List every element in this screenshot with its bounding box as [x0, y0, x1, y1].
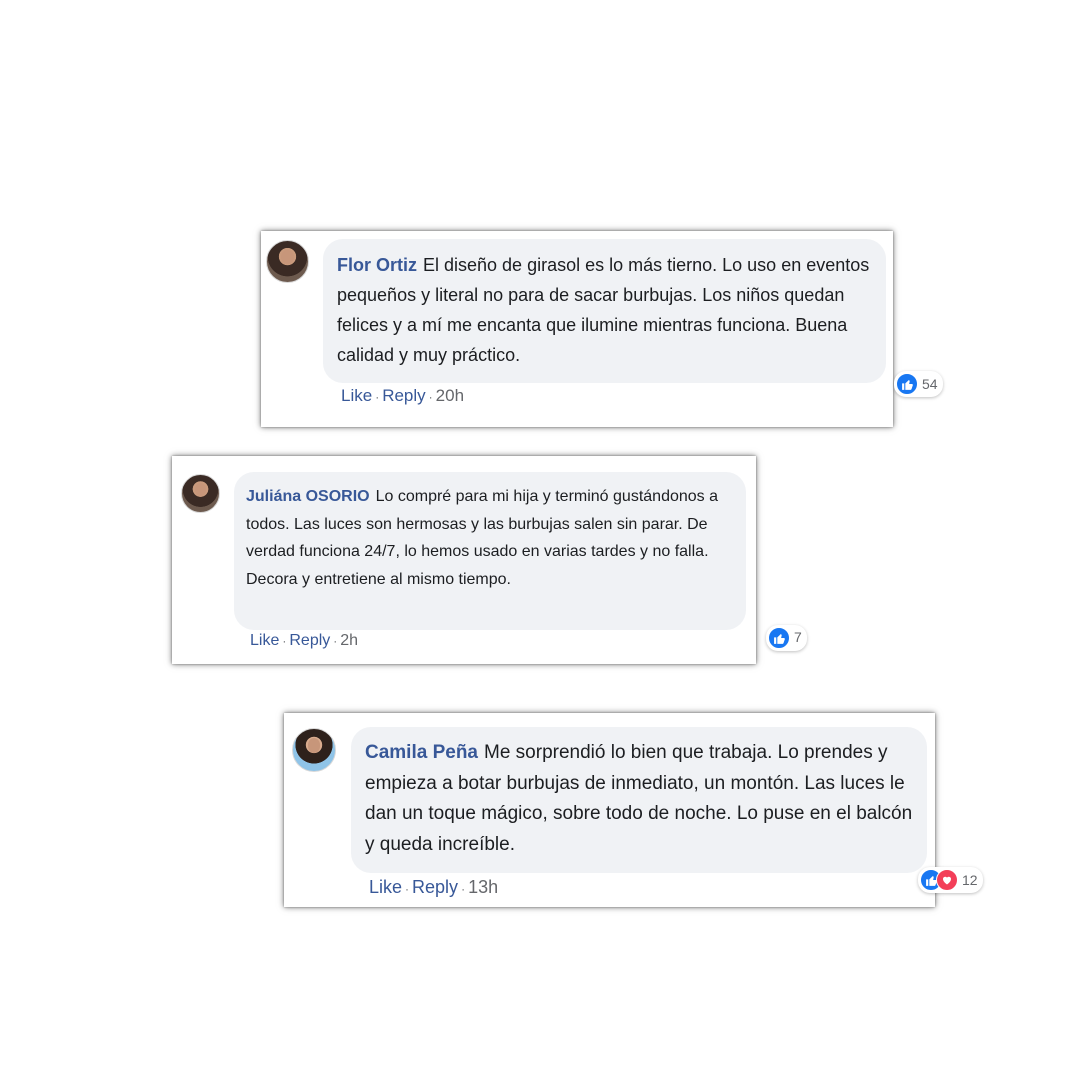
- comment-bubble: Flor Ortiz El diseño de girasol es lo más…: [323, 239, 943, 397]
- reaction-count: 7: [794, 629, 802, 646]
- avatar[interactable]: [292, 728, 336, 772]
- like-button[interactable]: Like: [369, 877, 402, 897]
- reply-button[interactable]: Reply: [382, 386, 425, 405]
- avatar[interactable]: [181, 474, 220, 513]
- like-button[interactable]: Like: [341, 386, 372, 405]
- reactions-badge[interactable]: 12: [918, 867, 983, 893]
- separator: ·: [428, 390, 433, 404]
- timestamp[interactable]: 2h: [340, 632, 358, 649]
- reaction-count: 54: [922, 376, 938, 392]
- separator: ·: [333, 634, 338, 648]
- reaction-count: 12: [962, 871, 978, 888]
- reply-button[interactable]: Reply: [412, 877, 458, 897]
- comment-author[interactable]: Flor Ortiz: [337, 255, 417, 275]
- separator: ·: [375, 390, 380, 404]
- like-reaction-icon: [896, 373, 918, 395]
- reactions-badge[interactable]: 54: [894, 371, 943, 397]
- comment-actions: Like · Reply · 2h: [250, 632, 358, 650]
- like-button[interactable]: Like: [250, 632, 279, 649]
- reply-button[interactable]: Reply: [289, 632, 330, 649]
- timestamp[interactable]: 20h: [436, 386, 464, 405]
- comment-bubble: Camila Peña Me sorprendió lo bien que tra…: [351, 727, 983, 893]
- separator: ·: [461, 882, 466, 896]
- like-reaction-icon: [768, 627, 790, 649]
- reactions-badge[interactable]: 7: [766, 625, 807, 651]
- comment-author[interactable]: Camila Peña: [365, 742, 478, 763]
- comment-card-3: Camila Peña Me sorprendió lo bien que tra…: [284, 713, 983, 907]
- timestamp[interactable]: 13h: [468, 877, 498, 897]
- avatar[interactable]: [266, 240, 309, 283]
- comment-bubble: Juliána OSORIO Lo compré para mi hija y t…: [234, 472, 807, 651]
- separator: ·: [282, 634, 287, 648]
- comment-author[interactable]: Juliána OSORIO: [246, 488, 370, 505]
- separator: ·: [405, 882, 410, 896]
- comment-card-1: Flor Ortiz El diseño de girasol es lo más…: [261, 231, 943, 427]
- comment-actions: Like · Reply · 20h: [341, 386, 464, 406]
- comment-actions: Like · Reply · 13h: [369, 877, 498, 898]
- comment-card-2: Juliána OSORIO Lo compré para mi hija y t…: [172, 456, 807, 664]
- heart-reaction-icon: [936, 869, 958, 891]
